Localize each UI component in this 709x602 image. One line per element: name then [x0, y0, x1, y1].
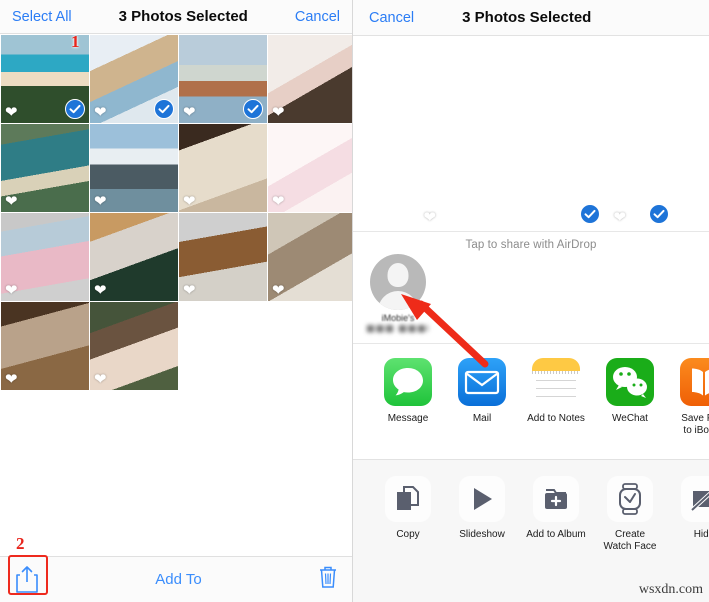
share-sheet-nav-bar: Cancel 3 Photos Selected [353, 0, 709, 36]
select-all-button[interactable]: Select All [12, 9, 72, 25]
share-app-label: Mail [472, 413, 492, 424]
photo-thumbnail[interactable]: ❤ [268, 35, 352, 123]
share-action-label: Slideshow [459, 529, 505, 540]
share-action-label: Add to Album [526, 529, 586, 540]
share-action-item[interactable]: Hide [667, 476, 709, 553]
selected-check-icon[interactable] [65, 99, 85, 119]
share-app-label: Add to Notes [527, 413, 585, 424]
favorite-heart-icon: ❤ [94, 193, 107, 210]
play-triangle-icon [459, 476, 505, 522]
favorite-heart-icon: ❤ [94, 282, 107, 299]
selected-check-icon[interactable] [648, 203, 669, 224]
share-app-label: Save PDFto iBooks [681, 413, 709, 436]
photo-thumbnail[interactable]: ❤ [179, 213, 267, 301]
cancel-button[interactable]: Cancel [295, 9, 340, 25]
share-app-item[interactable]: WeChat [593, 358, 667, 425]
share-app-label: Message [387, 413, 429, 424]
watermark: wsxdn.com [638, 582, 703, 597]
photo-thumbnail[interactable]: ❤ [268, 124, 352, 212]
copy-pages-icon [385, 476, 431, 522]
share-action-item[interactable]: Slideshow [445, 476, 519, 553]
share-sheet-title: 3 Photos Selected [462, 9, 592, 26]
favorite-heart-icon: ❤ [94, 371, 107, 388]
photo-thumbnail[interactable]: ❤ [90, 213, 178, 301]
photo-thumbnail[interactable]: ❤ [90, 35, 178, 123]
trash-icon[interactable] [317, 564, 339, 595]
share-actions-row: Copy Slideshow Add to Album Create Watch Fac… [353, 460, 709, 553]
share-app-item[interactable]: Save PDFto iBooks [667, 358, 709, 437]
favorite-heart-icon: ❤ [5, 104, 18, 121]
share-action-item[interactable]: Add to Album [519, 476, 593, 553]
favorite-heart-icon: ❤ [613, 208, 627, 226]
photo-thumbnail[interactable]: ❤ [1, 302, 89, 390]
screenshot-root: Select All 3 Photos Selected Cancel ❤ ❤ ❤ ❤… [0, 0, 709, 602]
selected-check-icon[interactable] [243, 99, 263, 119]
photos-nav-bar: Select All 3 Photos Selected Cancel [0, 0, 352, 34]
photos-bottom-toolbar: Add To [0, 556, 352, 602]
annotation-step-1: 1 [71, 32, 80, 51]
photo-thumbnail[interactable]: ❤ [1, 124, 89, 212]
photo-thumbnail[interactable]: ❤ [90, 124, 178, 212]
favorite-heart-icon: ❤ [183, 282, 196, 299]
share-app-item[interactable]: Add to Notes [519, 358, 593, 425]
airdrop-hint-text: Tap to share with AirDrop [465, 239, 597, 251]
share-action-label: Hide [693, 529, 709, 540]
favorite-heart-icon: ❤ [5, 193, 18, 210]
share-sheet-cancel-button[interactable]: Cancel [369, 10, 414, 26]
favorite-heart-icon: ❤ [94, 104, 107, 121]
share-preview-row: ❤ ❤ [353, 36, 709, 232]
apple-watch-icon [607, 476, 653, 522]
favorite-heart-icon: ❤ [183, 104, 196, 121]
photos-selected-title: 3 Photos Selected [118, 8, 248, 25]
add-to-album-icon [533, 476, 579, 522]
photo-thumbnail[interactable]: ❤ [268, 213, 352, 301]
share-app-label: WeChat [612, 413, 648, 424]
notes-icon [532, 358, 580, 406]
favorite-heart-icon: ❤ [183, 193, 196, 210]
favorite-heart-icon: ❤ [5, 282, 18, 299]
photo-thumbnail[interactable]: ❤ [179, 35, 267, 123]
red-arrow-annotation [401, 294, 489, 368]
favorite-heart-icon: ❤ [272, 104, 285, 121]
ibooks-icon [680, 358, 709, 406]
annotation-step-2: 2 [16, 534, 25, 553]
share-action-item[interactable]: Create Watch Face [593, 476, 667, 553]
preview-photo-main[interactable]: ❤ [420, 46, 604, 228]
hide-slash-icon [681, 476, 709, 522]
share-up-arrow-icon[interactable] [14, 565, 40, 595]
favorite-heart-icon: ❤ [272, 193, 285, 210]
photos-selection-panel: Select All 3 Photos Selected Cancel ❤ ❤ ❤ ❤… [0, 0, 353, 602]
photo-thumbnail[interactable]: ❤ [1, 213, 89, 301]
selected-check-icon[interactable] [579, 203, 600, 224]
favorite-heart-icon: ❤ [272, 282, 285, 299]
selected-check-icon[interactable] [154, 99, 174, 119]
share-action-label: Copy [396, 529, 420, 540]
photo-thumbnail[interactable]: ❤ [90, 302, 178, 390]
favorite-heart-icon: ❤ [5, 371, 18, 388]
share-action-item[interactable]: Copy [371, 476, 445, 553]
share-action-label: Create Watch Face [603, 529, 657, 552]
add-to-button[interactable]: Add To [40, 571, 317, 588]
preview-photo-side[interactable]: ❤ [610, 46, 673, 228]
photo-thumbnail[interactable]: ❤ [179, 124, 267, 212]
wechat-icon [606, 358, 654, 406]
photo-grid: ❤ ❤ ❤ ❤ ❤ ❤ ❤ ❤ ❤ ❤ ❤ ❤ ❤ ❤ [0, 34, 352, 390]
favorite-heart-icon: ❤ [423, 208, 437, 226]
